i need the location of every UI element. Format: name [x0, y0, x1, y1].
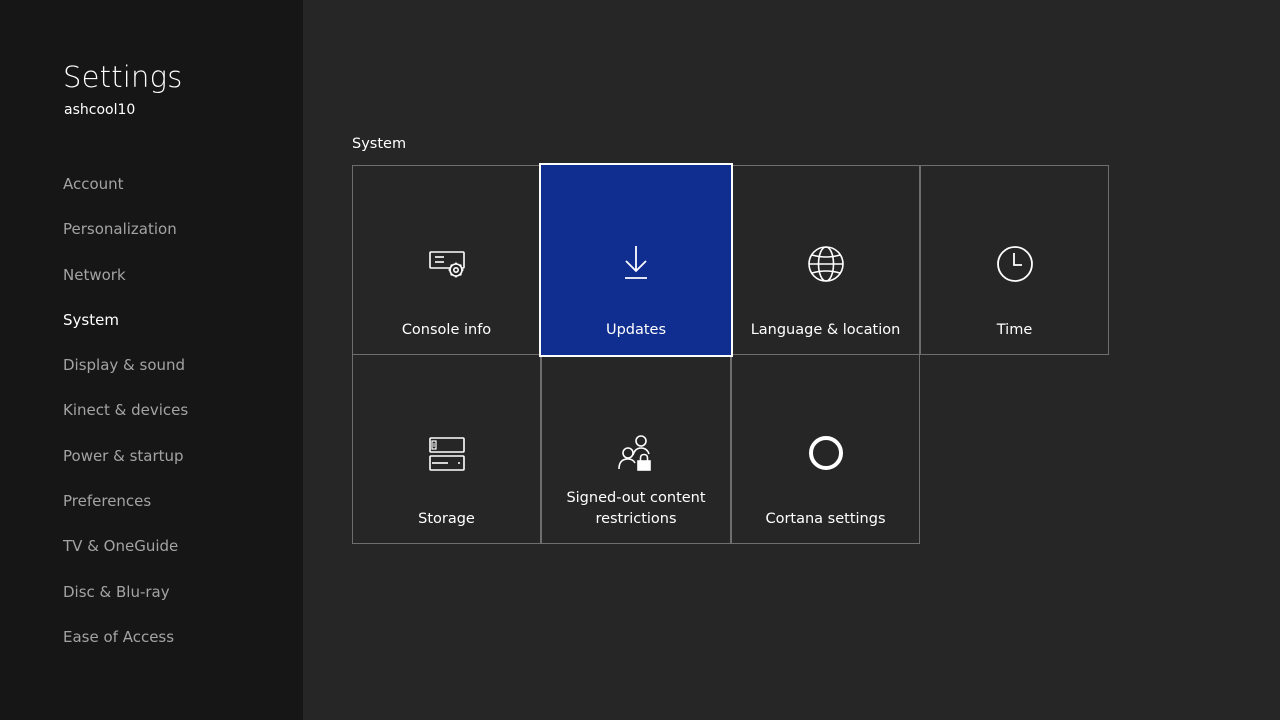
sidebar-item-system[interactable]: System: [63, 308, 188, 353]
tile-label: Storage: [418, 511, 475, 527]
tile-cortana-settings[interactable]: Cortana settings: [731, 354, 920, 544]
tile-signed-out-content-restrictions[interactable]: Signed-out content restrictions: [541, 354, 731, 544]
sidebar-item-personalization[interactable]: Personalization: [63, 217, 188, 262]
clock-icon: [995, 244, 1035, 284]
tile-updates[interactable]: Updates: [539, 163, 733, 357]
gamertag: ashcool10: [64, 102, 136, 118]
sidebar-item-disc-bluray[interactable]: Disc & Blu-ray: [63, 580, 188, 625]
sidebar-item-kinect-devices[interactable]: Kinect & devices: [63, 398, 188, 443]
storage-drive-icon: [427, 433, 467, 473]
tile-console-info[interactable]: Console info: [352, 165, 541, 355]
sidebar-item-display-sound[interactable]: Display & sound: [63, 353, 188, 398]
tile-label: Language & location: [750, 322, 901, 338]
tile-label: Updates: [605, 322, 667, 338]
users-lock-icon: [616, 433, 656, 473]
sidebar-item-power-startup[interactable]: Power & startup: [63, 444, 188, 489]
tile-label: Time: [996, 322, 1033, 338]
console-info-icon: [427, 244, 467, 284]
sidebar-item-ease-of-access[interactable]: Ease of Access: [63, 625, 188, 670]
page-title: Settings: [63, 60, 183, 94]
tile-label: Cortana settings: [765, 511, 886, 527]
tile-label: Signed-out content restrictions: [566, 490, 706, 527]
section-title: System: [352, 136, 407, 152]
cortana-ring-icon: [806, 433, 846, 473]
settings-nav: Account Personalization Network System D…: [63, 172, 188, 670]
sidebar: Settings ashcool10 Account Personalizati…: [0, 0, 303, 720]
sidebar-item-account[interactable]: Account: [63, 172, 188, 217]
globe-icon: [806, 244, 846, 284]
download-arrow-icon: [616, 242, 656, 282]
sidebar-item-network[interactable]: Network: [63, 263, 188, 308]
tile-label: Console info: [401, 322, 492, 338]
tile-storage[interactable]: Storage: [352, 354, 541, 544]
tile-language-location[interactable]: Language & location: [731, 165, 920, 355]
tile-time[interactable]: Time: [920, 165, 1109, 355]
sidebar-item-preferences[interactable]: Preferences: [63, 489, 188, 534]
sidebar-item-tv-oneguide[interactable]: TV & OneGuide: [63, 534, 188, 579]
